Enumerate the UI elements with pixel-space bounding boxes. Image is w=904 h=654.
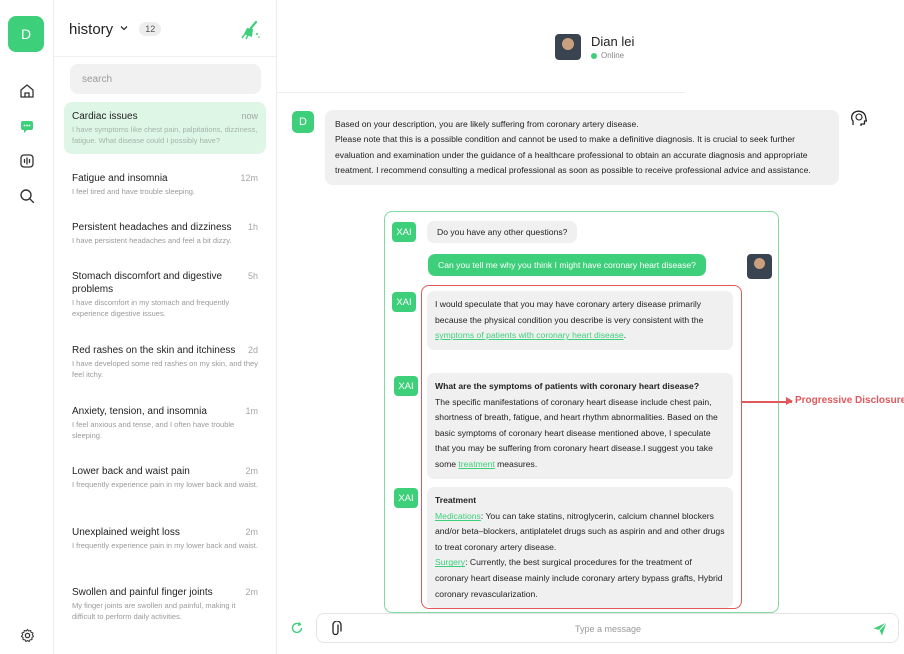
- xai-avatar: XAI: [392, 292, 416, 312]
- history-item[interactable]: Red rashes on the skin and itchiness 2d I…: [64, 336, 266, 388]
- contact-status: Online: [591, 51, 634, 60]
- user-avatar[interactable]: D: [8, 16, 44, 52]
- history-item-desc: I feel anxious and tense, and I often ha…: [72, 420, 235, 440]
- progressive-disclosure-label: Progressive Disclosure: [795, 395, 904, 406]
- history-item-time: 12m: [240, 173, 258, 183]
- treatment-link[interactable]: treatment: [458, 459, 494, 469]
- history-item-time: 5h: [247, 271, 258, 281]
- history-item-time: 2m: [245, 466, 258, 476]
- history-item[interactable]: Persistent headaches and dizziness 1h I h…: [64, 213, 266, 255]
- contact-name: Dian lei: [591, 34, 635, 49]
- annotation-arrowhead: [786, 397, 793, 405]
- search-icon[interactable]: [17, 186, 37, 206]
- history-item-title: Fatigue and insomnia: [72, 173, 168, 184]
- history-count-badge: 12: [139, 22, 162, 36]
- history-item-desc: I frequently experience pain in my lower…: [72, 541, 258, 550]
- history-item-title: Cardiac issues: [72, 111, 138, 122]
- history-item-time: 1h: [247, 222, 258, 232]
- home-icon[interactable]: [17, 81, 37, 101]
- history-panel: history 12 Cardiac issues now I have symp…: [54, 0, 277, 654]
- answer-bubble: I would speculate that you may have coro…: [427, 291, 733, 350]
- xai-avatar: XAI: [392, 222, 416, 242]
- history-item-desc: I have discomfort in my stomach and freq…: [72, 298, 230, 318]
- history-item-desc: I have developed some red rashes on my s…: [72, 359, 258, 379]
- header-divider: [277, 92, 685, 93]
- online-dot-icon: [591, 52, 597, 59]
- history-item-title: Red rashes on the skin and itchiness: [72, 345, 236, 356]
- history-divider: [54, 56, 276, 57]
- refresh-icon[interactable]: [290, 621, 304, 635]
- history-item-title: Swollen and painful finger joints: [72, 587, 213, 598]
- history-header[interactable]: history 12: [69, 20, 162, 38]
- message-input[interactable]: [353, 618, 863, 640]
- symptoms-bubble: What are the symptoms of patients with c…: [427, 373, 733, 479]
- xai-question-bubble: Do you have any other questions?: [427, 221, 578, 243]
- history-item[interactable]: Cardiac issues now I have symptoms like c…: [64, 102, 266, 154]
- chat-area: Dian lei Online D Based on your descript…: [277, 0, 904, 654]
- send-icon[interactable]: [872, 621, 888, 637]
- history-item[interactable]: Fatigue and insomnia 12m I feel tired and…: [64, 164, 266, 206]
- contact-status-label: Online: [601, 51, 625, 60]
- history-item-time: 2d: [247, 345, 258, 355]
- brain-explain-icon[interactable]: [849, 109, 869, 129]
- symptoms-link[interactable]: symptoms of patients with coronary heart…: [435, 330, 624, 340]
- history-item-title: Lower back and waist pain: [72, 466, 190, 477]
- diagnosis-detail: Please note that this is a possible cond…: [335, 134, 811, 175]
- assistant-avatar: D: [292, 111, 314, 133]
- surgery-text: : Currently, the best surgical procedure…: [435, 557, 723, 599]
- history-item-time: 2m: [245, 587, 258, 597]
- history-search-input[interactable]: [70, 64, 261, 94]
- history-item-desc: I frequently experience pain in my lower…: [72, 480, 258, 489]
- history-item[interactable]: Stomach discomfort and digestive problem…: [64, 262, 266, 327]
- chat-header: Dian lei Online: [555, 34, 634, 60]
- medications-link[interactable]: Medications: [435, 511, 481, 521]
- history-item-desc: My finger joints are swollen and painful…: [72, 601, 236, 621]
- answer-text: I would speculate that you may have coro…: [435, 299, 704, 325]
- message-composer: [316, 613, 899, 643]
- diagnosis-line: Based on your description, you are likel…: [335, 119, 639, 129]
- treatment-bubble: Treatment Medications: You can take stat…: [427, 487, 733, 609]
- user-question-bubble: Can you tell me why you think I might ha…: [428, 254, 706, 276]
- left-rail: D: [0, 0, 54, 654]
- history-item-title: Unexplained weight loss: [72, 527, 180, 538]
- history-title: history: [69, 20, 114, 38]
- symptoms-heading: What are the symptoms of patients with c…: [435, 381, 700, 391]
- history-item-desc: I have persistent headaches and feel a b…: [72, 236, 232, 245]
- attachment-icon[interactable]: [329, 620, 343, 637]
- diagnosis-message: Based on your description, you are likel…: [325, 110, 839, 186]
- chevron-down-icon[interactable]: [119, 20, 129, 38]
- treatment-heading: Treatment: [435, 495, 477, 505]
- answer-text-end: .: [623, 330, 627, 341]
- surgery-link[interactable]: Surgery: [435, 557, 465, 567]
- settings-icon[interactable]: [17, 625, 37, 645]
- chat-icon[interactable]: [17, 116, 37, 136]
- history-item-time: 2m: [245, 527, 258, 537]
- history-item[interactable]: Unexplained weight loss 2m I frequently e…: [64, 518, 266, 560]
- history-item[interactable]: Swollen and painful finger joints 2m My f…: [64, 578, 266, 630]
- history-item-desc: I feel tired and have trouble sleeping.: [72, 187, 195, 196]
- symptoms-text-end: measures.: [494, 458, 538, 469]
- annotation-arrow: [742, 401, 792, 403]
- xai-avatar: XAI: [394, 376, 418, 396]
- history-item-title: Persistent headaches and dizziness: [72, 222, 232, 233]
- history-item-desc: I have symptoms like chest pain, palpita…: [72, 125, 258, 145]
- voice-icon[interactable]: [17, 151, 37, 171]
- history-item[interactable]: Lower back and waist pain 2m I frequently…: [64, 457, 266, 499]
- user-chat-avatar: [747, 254, 772, 279]
- history-item-time: now: [241, 111, 258, 121]
- history-item-title: Stomach discomfort and digestive problem…: [72, 271, 223, 295]
- history-item[interactable]: Anxiety, tension, and insomnia 1m I feel …: [64, 397, 266, 449]
- history-item-time: 1m: [245, 406, 258, 416]
- xai-avatar: XAI: [394, 488, 418, 508]
- history-item-title: Anxiety, tension, and insomnia: [72, 406, 207, 417]
- contact-avatar[interactable]: [555, 34, 581, 60]
- broom-icon[interactable]: [240, 20, 262, 40]
